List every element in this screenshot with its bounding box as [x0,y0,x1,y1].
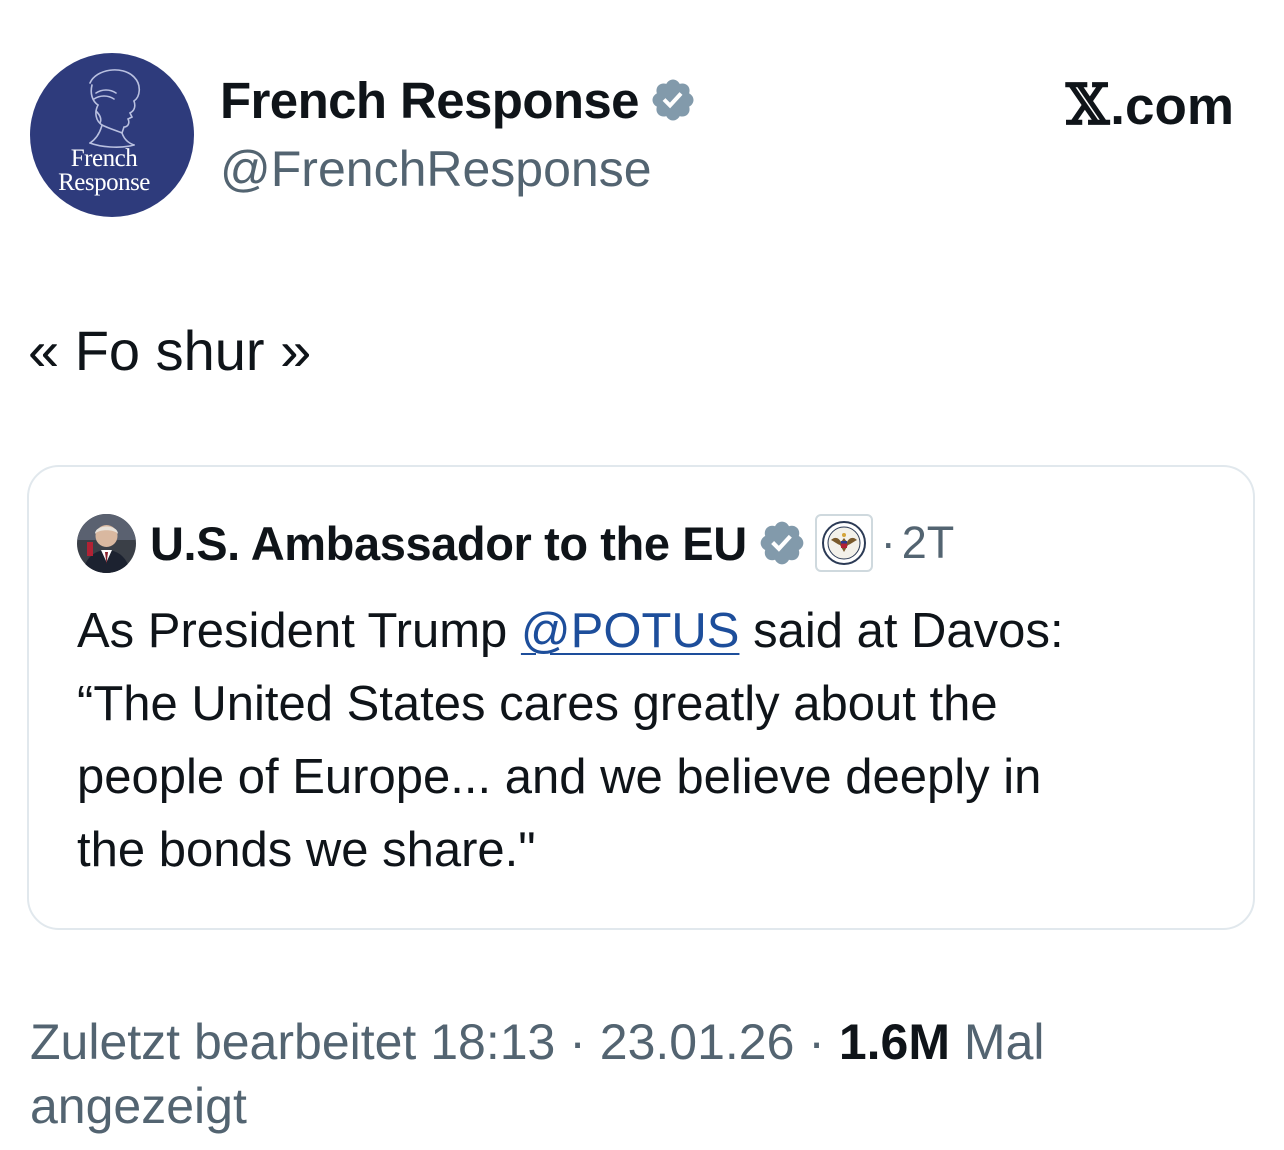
author-name-row: French Response [220,68,697,132]
quote-text: As President Trump @POTUS said at Davos:… [77,595,1237,887]
quote-verified-badge-icon [760,521,804,565]
x-logo-icon: 𝕏 [1065,72,1110,138]
edited-timestamp[interactable]: Zuletzt bearbeitet 18:13 · 23.01.26 [30,1014,808,1070]
avatar-logo-text: French Response [58,145,150,196]
verified-badge-icon [652,79,694,121]
quote-timestamp[interactable]: 2T [902,517,955,569]
views-label: angezeigt [30,1078,247,1134]
views-count: 1.6M [838,1014,951,1070]
time-separator: · [880,517,896,568]
quoted-tweet-card[interactable]: U.S. Ambassador to the EU · 2T As Presid… [27,465,1255,930]
tweet-meta: Zuletzt bearbeitet 18:13 · 23.01.26 · 1.… [30,1010,1250,1138]
x-com-brand: 𝕏 .com [1066,72,1234,138]
quote-header: U.S. Ambassador to the EU · 2T [77,513,954,573]
state-department-seal-icon[interactable] [814,514,873,572]
potus-mention-link[interactable]: @POTUS [521,604,740,658]
views-suffix: Mal [950,1014,1045,1070]
author-avatar[interactable]: French Response [30,53,194,217]
edited-views-line: Zuletzt bearbeitet 18:13 · 23.01.26 · 1.… [30,1010,1250,1074]
quote-author-name[interactable]: U.S. Ambassador to the EU [150,516,747,571]
quote-text-line: the bonds we share." [77,823,536,877]
quote-text-line: “The United States cares greatly about t… [77,677,998,731]
brand-suffix: .com [1110,77,1234,136]
tweet-text: « Fo shur » [28,319,312,382]
quote-text-line: people of Europe... and we believe deepl… [77,750,1042,804]
author-handle[interactable]: @FrenchResponse [220,140,652,198]
quote-author-avatar[interactable] [77,513,136,573]
author-display-name[interactable]: French Response [220,71,640,130]
meta-separator: · [808,1014,825,1070]
quote-text-line: As President Trump @POTUS said at Davos: [77,604,1064,658]
